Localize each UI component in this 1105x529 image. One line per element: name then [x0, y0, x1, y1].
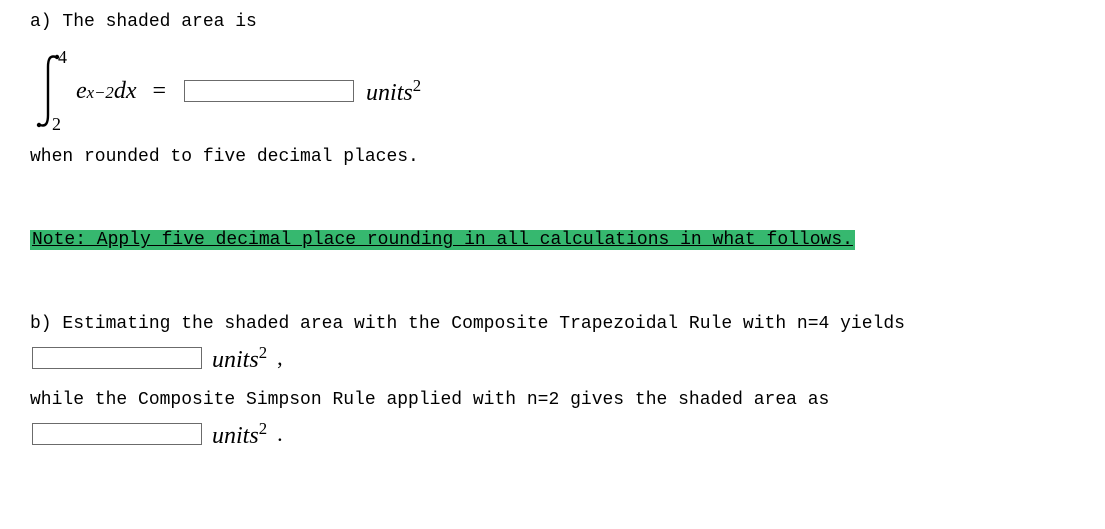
answer-input-a[interactable]	[184, 80, 354, 102]
integral-upper-limit: 4	[58, 47, 67, 68]
document-page: a) The shaded area is 4 2 ex−2dx = units…	[0, 0, 1105, 450]
answer-input-simpson[interactable]	[32, 423, 202, 445]
simpson-text: while the Composite Simpson Rule applied…	[30, 388, 1075, 413]
units-exp: 2	[413, 76, 421, 95]
units-trapezoidal: units2	[212, 343, 267, 374]
part-b-label: b) Estimating the shaded area with the C…	[30, 312, 1075, 337]
units-exp: 2	[259, 343, 267, 362]
rounding-text: when rounded to five decimal places.	[30, 145, 1075, 170]
units-a: units2	[366, 76, 421, 107]
units-simpson: units2	[212, 419, 267, 450]
units-exp: 2	[259, 419, 267, 438]
part-a-label: a) The shaded area is	[30, 10, 1075, 35]
integrand-base: e	[76, 78, 87, 105]
units-word: units	[212, 347, 259, 373]
integrand: ex−2dx	[76, 78, 136, 105]
differential: dx	[114, 78, 137, 105]
units-word: units	[366, 80, 413, 106]
integral-expression: 4 2 ex−2dx = units2	[30, 51, 433, 131]
simpson-answer-row: units2 .	[30, 419, 1075, 450]
trapezoidal-answer-row: units2 ,	[30, 343, 1075, 374]
answer-input-trapezoidal[interactable]	[32, 347, 202, 369]
equals-sign: =	[152, 78, 166, 105]
period: .	[277, 421, 283, 447]
note-highlight: Note: Apply five decimal place rounding …	[30, 230, 855, 250]
integral-lower-limit: 2	[52, 114, 61, 135]
integrand-exponent: x−2	[87, 83, 114, 103]
integral-sign: 4 2	[36, 51, 66, 131]
units-word: units	[212, 423, 259, 449]
note-line: Note: Apply five decimal place rounding …	[30, 228, 1075, 253]
comma: ,	[277, 345, 283, 371]
